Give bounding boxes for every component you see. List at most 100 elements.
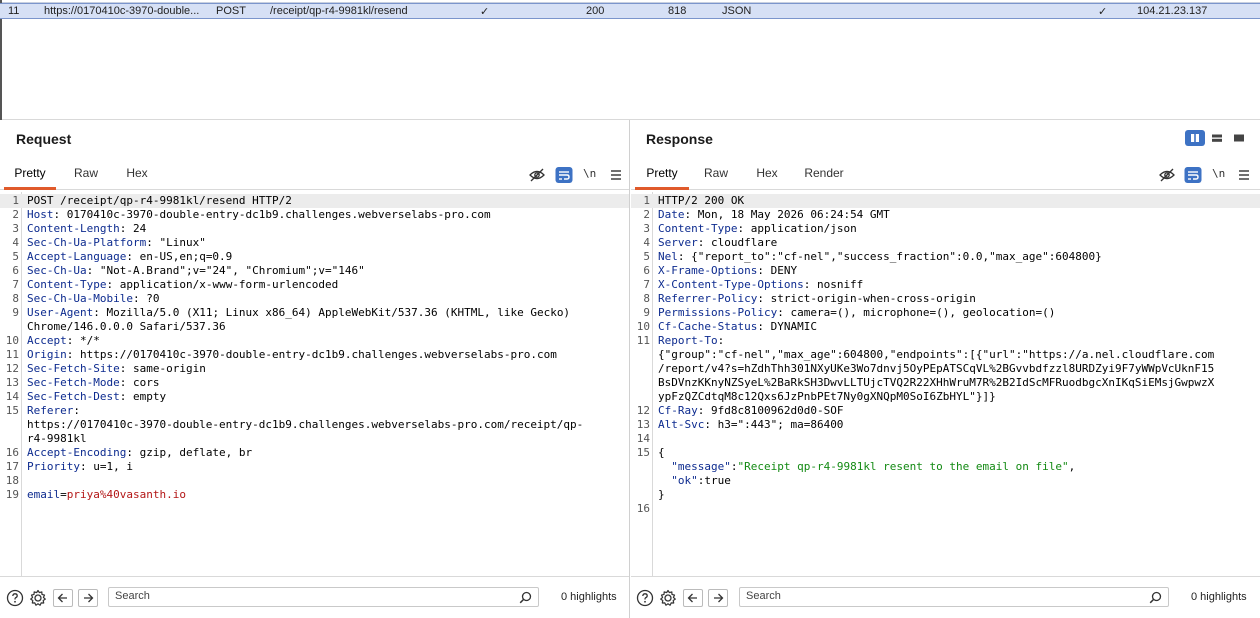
code-text: User-Agent: Mozilla/5.0 (X11; Linux x86_… (27, 306, 570, 320)
header-name: Referer (27, 404, 74, 417)
code-text: Accept-Language: en-US,en;q=0.9 (27, 250, 232, 264)
code-line: 12 Sec-Fetch-Site: same-origin (0, 362, 629, 376)
arrow-left-icon[interactable] (683, 589, 703, 607)
gear-icon[interactable] (29, 589, 47, 607)
tab-render[interactable]: Render (799, 160, 849, 190)
code-text: HTTP/2 200 OK (658, 194, 744, 208)
line-number: 14 (636, 432, 650, 445)
code-line: 1 POST /receipt/qp-r4-9981kl/resend HTTP/… (0, 194, 629, 208)
code-value: : 0170410c-3970-double-entry-dc1b9.chall… (53, 208, 491, 221)
line-number: 15 (636, 446, 650, 459)
newline-toggle[interactable]: \n (583, 166, 601, 184)
tab-raw[interactable]: Raw (66, 160, 106, 190)
code-line: ypFzQZCdtqM8c12Qxs6JzPnbPEt7Ny0gXNQpM0So… (631, 390, 1260, 404)
code-text: Nel: {"report_to":"cf-nel","success_frac… (658, 250, 1102, 264)
code-line: 15 Referer: (0, 404, 629, 418)
code-value: : gzip, deflate, br (126, 446, 253, 459)
code-text: Sec-Fetch-Site: same-origin (27, 362, 206, 376)
code-line: 5 Nel: {"report_to":"cf-nel","success_fra… (631, 250, 1260, 264)
header-name: Accept (27, 334, 67, 347)
search-icon[interactable] (1149, 591, 1162, 607)
highlights-count: 0 highlights (1191, 591, 1247, 603)
code-line: 11 Report-To: (631, 334, 1260, 348)
arrow-right-icon[interactable] (708, 589, 728, 607)
horizontal-view-icon[interactable] (1207, 130, 1227, 146)
search-input[interactable] (115, 590, 495, 602)
header-name: Cf-Cache-Status (658, 320, 758, 333)
tab-pretty[interactable]: Pretty (4, 160, 56, 190)
eye-off-icon[interactable] (1158, 166, 1176, 184)
header-name: Server (658, 236, 698, 249)
code-line: 19 email=priya%40vasanth.io (0, 488, 629, 502)
code-text: Sec-Ch-Ua-Mobile: ?0 (27, 292, 159, 306)
header-name: Content-Type (658, 222, 738, 235)
header-name: Sec-Ch-Ua-Platform (27, 236, 147, 249)
code-line: 11 Origin: https://0170410c-3970-double-e… (0, 348, 629, 362)
line-number: 15 (5, 404, 19, 417)
code-line: 14 Sec-Fetch-Dest: empty (0, 390, 629, 404)
tab-pretty[interactable]: Pretty (635, 160, 689, 190)
code-line: 9 User-Agent: Mozilla/5.0 (X11; Linux x86… (0, 306, 629, 320)
code-value: Chrome/146.0.0.0 Safari/537.36 (27, 320, 226, 333)
search-icon[interactable] (519, 591, 532, 607)
request-editor[interactable]: 1 POST /receipt/qp-r4-9981kl/resend HTTP/… (0, 192, 629, 577)
code-line: 10 Cf-Cache-Status: DYNAMIC (631, 320, 1260, 334)
tab-hex[interactable]: Hex (748, 160, 786, 190)
line-number: 18 (5, 474, 19, 487)
highlights-count: 0 highlights (561, 591, 617, 603)
header-name: Permissions-Policy (658, 306, 778, 319)
line-number: 12 (636, 404, 650, 417)
code-text: Host: 0170410c-3970-double-entry-dc1b9.c… (27, 208, 491, 222)
code-line: 16 (631, 502, 1260, 516)
newline-toggle[interactable]: \n (1212, 166, 1230, 184)
code-value: /report/v4?s=hZdhThh301NXyUKe3Wo7dnvj5Oy… (658, 362, 1215, 375)
tab-hex[interactable]: Hex (118, 160, 156, 190)
code-line: BsDVnzKKnyNZSyeL%2BaRkSH3DwvLLTUjcTVQ2R2… (631, 376, 1260, 390)
single-view-icon[interactable] (1229, 130, 1249, 146)
code-text: Date: Mon, 18 May 2026 06:24:54 GMT (658, 208, 890, 222)
code-value: , (1068, 460, 1076, 473)
tab-raw[interactable]: Raw (697, 160, 735, 190)
eye-off-icon[interactable] (528, 166, 546, 184)
code-line: 6 X-Frame-Options: DENY (631, 264, 1260, 278)
response-editor[interactable]: 1 HTTP/2 200 OK 2 Date: Mon, 18 May 2026 06… (631, 192, 1260, 577)
arrow-left-icon[interactable] (53, 589, 73, 607)
line-number: 10 (5, 334, 19, 347)
arrow-right-icon[interactable] (78, 589, 98, 607)
code-text: Report-To: (658, 334, 724, 348)
code-value: {"group":"cf-nel","max_age":604800,"endp… (658, 348, 1215, 361)
search-input[interactable] (746, 590, 1126, 602)
hamburger-menu-icon[interactable] (608, 166, 626, 184)
gear-icon[interactable] (659, 589, 677, 607)
line-number: 8 (12, 292, 19, 305)
row-number: 11 (8, 5, 20, 17)
code-text: X-Content-Type-Options: nosniff (658, 278, 863, 292)
search-field[interactable] (739, 587, 1169, 607)
code-text: Accept-Encoding: gzip, deflate, br (27, 446, 252, 460)
help-icon[interactable] (6, 589, 24, 607)
hamburger-menu-icon[interactable] (1236, 166, 1254, 184)
code-value: :true (697, 474, 731, 487)
header-name: Sec-Fetch-Dest (27, 390, 120, 403)
search-field[interactable] (108, 587, 539, 607)
code-value: : Mozilla/5.0 (X11; Linux x86_64) AppleW… (93, 306, 571, 319)
header-name: Origin (27, 348, 67, 361)
code-value: = (60, 488, 67, 501)
code-value: : strict-origin-when-cross-origin (757, 292, 976, 305)
split-view-icon[interactable] (1185, 130, 1205, 146)
code-value: } (658, 488, 665, 501)
word-wrap-icon[interactable] (1184, 166, 1202, 184)
http-history-table: 11 https://0170410c-3970-double... POST … (0, 0, 1260, 120)
row-ip: 104.21.23.137 (1137, 5, 1208, 17)
param-value: priya%40vasanth.io (66, 488, 186, 501)
code-line: 2 Date: Mon, 18 May 2026 06:24:54 GMT (631, 208, 1260, 222)
line-number: 2 (12, 208, 19, 221)
line-number: 13 (636, 418, 650, 431)
help-icon[interactable] (636, 589, 654, 607)
word-wrap-icon[interactable] (555, 166, 573, 184)
table-row-selected[interactable]: 11 https://0170410c-3970-double... POST … (0, 3, 1260, 19)
code-value: POST /receipt/qp-r4-9981kl/resend HTTP/2 (27, 194, 292, 207)
line-number: 5 (643, 250, 650, 263)
code-text: { (658, 446, 665, 460)
code-text: Cf-Cache-Status: DYNAMIC (658, 320, 817, 334)
